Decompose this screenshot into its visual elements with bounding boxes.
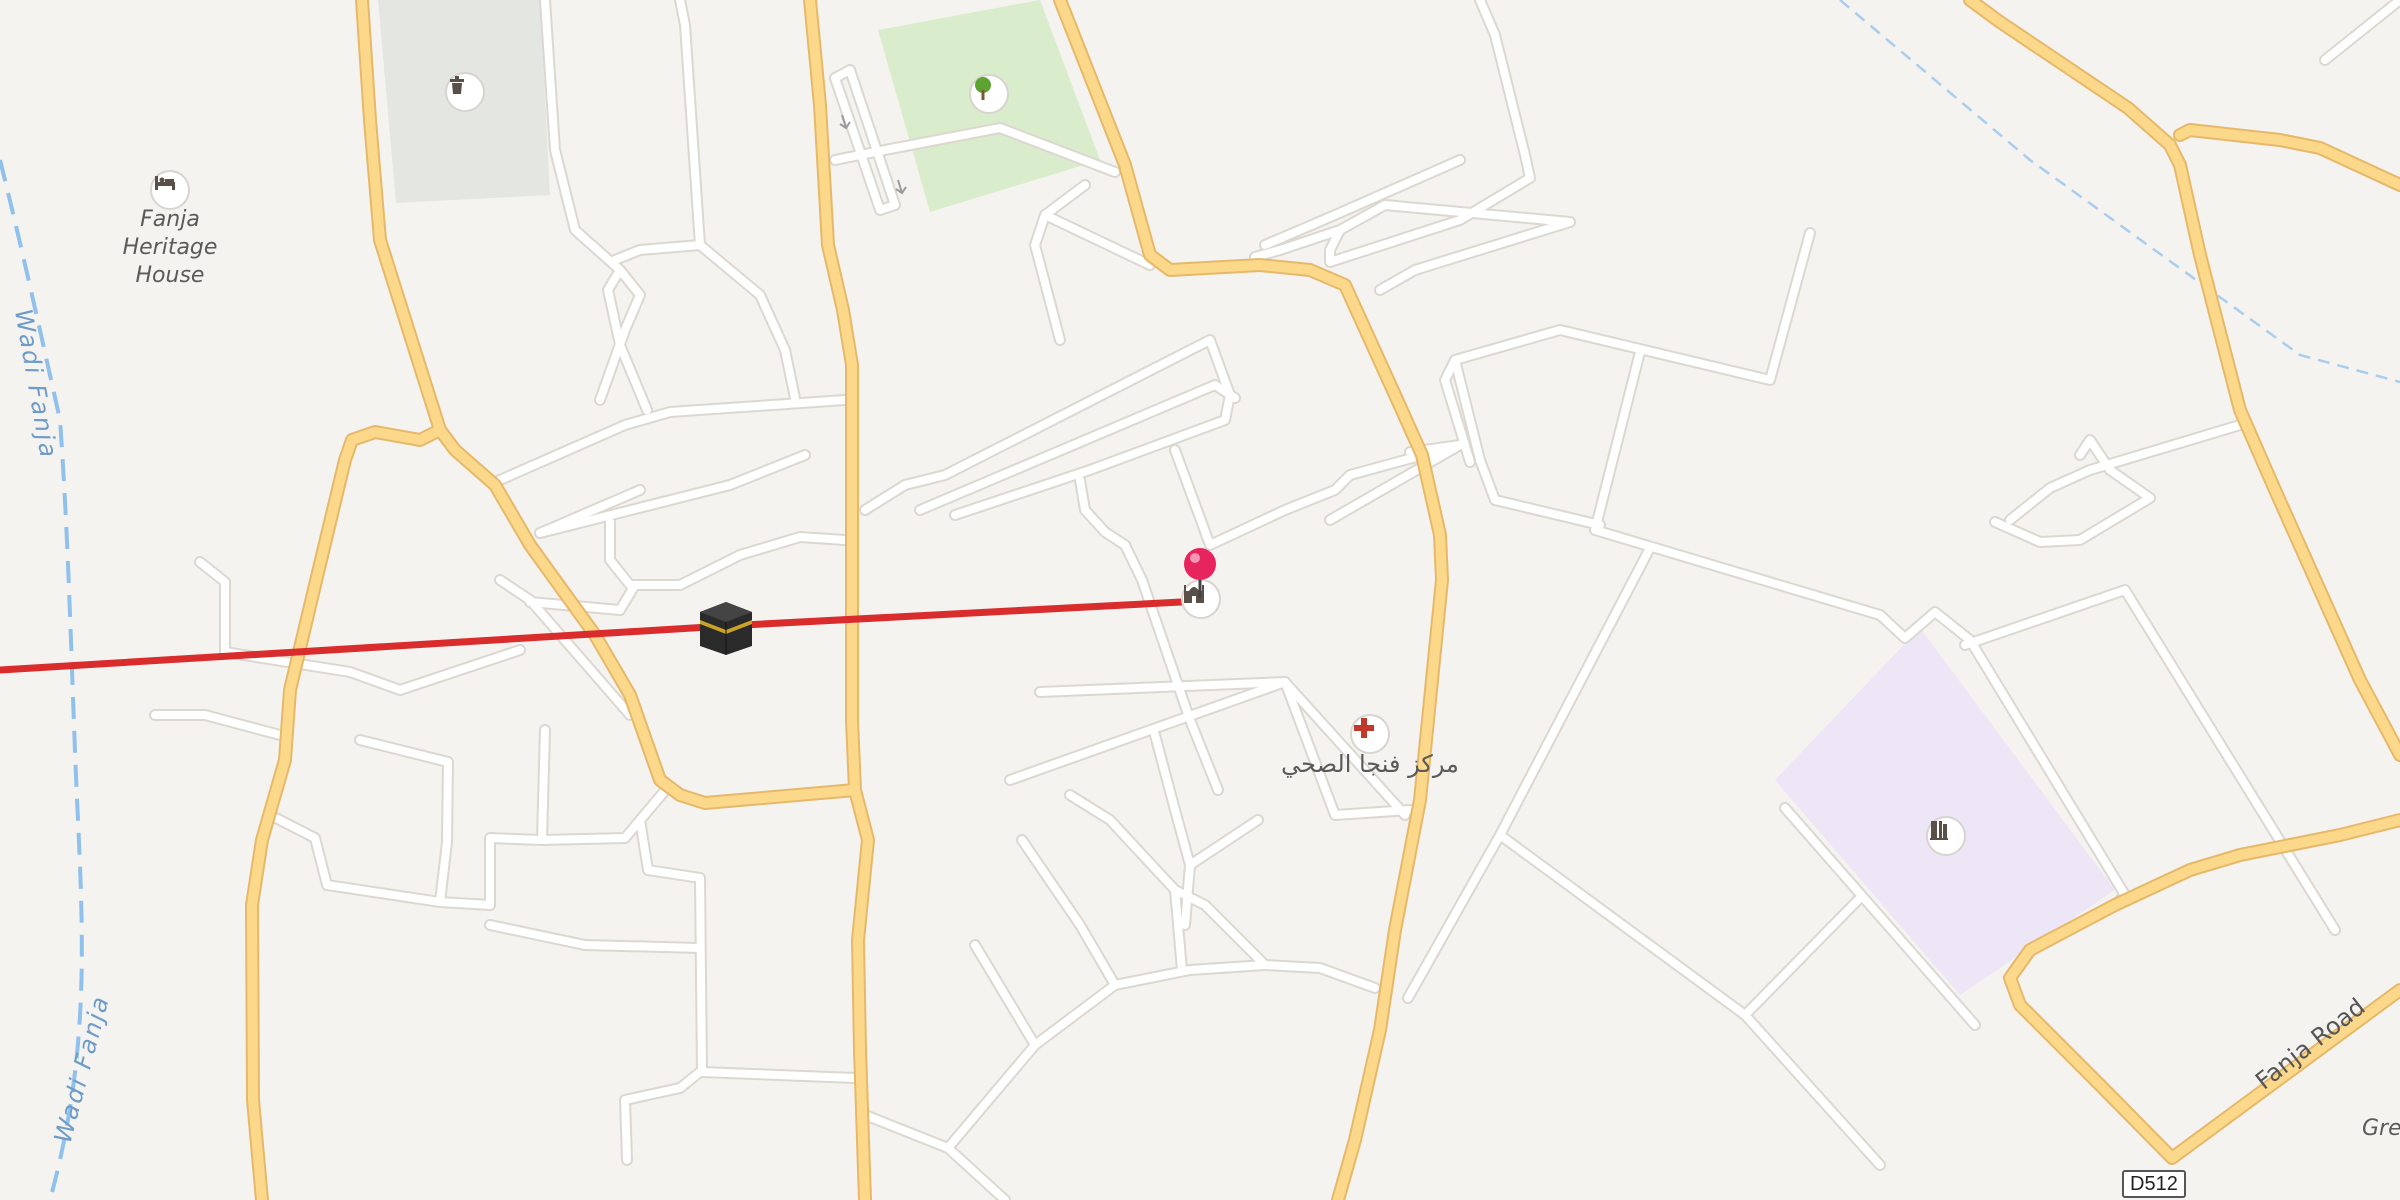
location-pin[interactable] xyxy=(1182,546,1218,598)
red-cross-icon[interactable] xyxy=(1350,714,1390,754)
school-icon[interactable] xyxy=(1926,816,1966,856)
health-center-label: مركز فنجا الصحي xyxy=(1281,750,1459,778)
map-canvas[interactable]: Fanja Heritage House مركز فنجا الصحي Wad… xyxy=(0,0,2400,1200)
tree-icon[interactable] xyxy=(969,74,1009,114)
bed-icon[interactable] xyxy=(150,170,190,210)
heritage-house-label: Fanja Heritage House xyxy=(122,207,218,288)
partial-edge-label: Gre xyxy=(2362,1116,2400,1141)
waste-bin-icon[interactable] xyxy=(445,72,485,112)
kaaba-icon[interactable] xyxy=(696,600,756,656)
road-shield-d512: D512 xyxy=(2122,1170,2186,1198)
